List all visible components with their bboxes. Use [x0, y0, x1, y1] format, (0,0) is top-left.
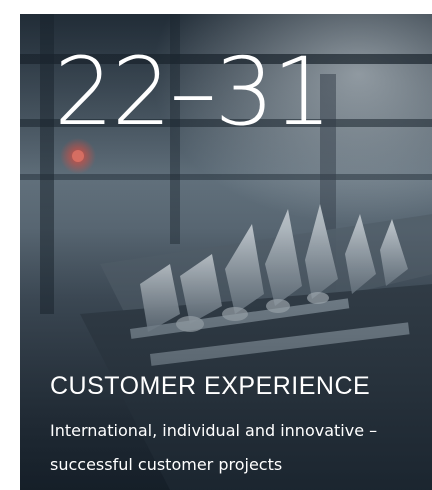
page-range-number: 22–31 [54, 38, 332, 147]
section-title[interactable]: CUSTOMER EXPERIENCE [50, 372, 370, 401]
customer-experience-teaser-card[interactable]: 22–31 CUSTOMER EXPERIENCE International,… [20, 14, 432, 490]
section-description: International, individual and innovative… [50, 421, 378, 474]
